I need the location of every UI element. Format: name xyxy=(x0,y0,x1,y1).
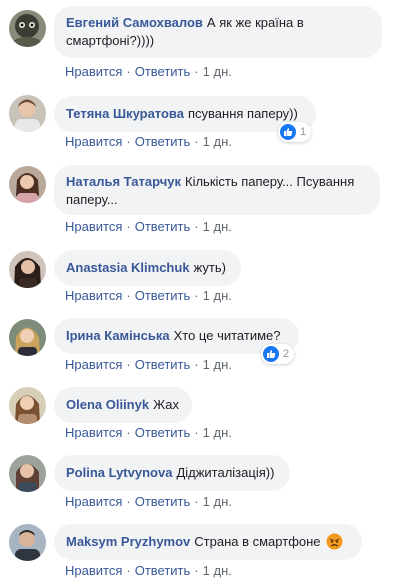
angry-face-icon xyxy=(326,533,343,550)
comment-actions: Нравится · Ответить · 1 дн. xyxy=(65,288,232,304)
comment-text: жуть) xyxy=(193,260,226,275)
separator: · xyxy=(126,219,131,234)
like-link[interactable]: Нравится xyxy=(65,134,122,149)
comment-time[interactable]: 1 дн. xyxy=(203,64,232,79)
avatar[interactable] xyxy=(9,387,46,424)
separator: · xyxy=(194,288,199,303)
reply-link[interactable]: Ответить xyxy=(135,134,191,149)
comment-actions: Нравится · Ответить · 1 дн. xyxy=(65,494,232,510)
comment-text: псування паперу)) xyxy=(187,106,298,121)
separator: · xyxy=(194,219,199,234)
avatar[interactable] xyxy=(9,524,46,561)
like-icon xyxy=(280,124,296,140)
comment-bubble: Наталья Татарчук Кількість паперу... Псув… xyxy=(54,165,380,215)
like-link[interactable]: Нравится xyxy=(65,64,122,79)
like-link[interactable]: Нравится xyxy=(65,494,122,509)
avatar[interactable] xyxy=(9,95,46,132)
reply-link[interactable]: Ответить xyxy=(135,219,191,234)
comment-bubble: Евгений Самохвалов А як же країна в смарт… xyxy=(54,6,382,58)
separator: · xyxy=(126,64,131,79)
avatar[interactable] xyxy=(9,166,46,203)
comment-author[interactable]: Ірина Камінська xyxy=(66,328,170,343)
comment-time[interactable]: 1 дн. xyxy=(203,288,232,303)
comment-text: Хто це читатиме? xyxy=(173,328,281,343)
separator: · xyxy=(126,357,131,372)
comment-time[interactable]: 1 дн. xyxy=(203,134,232,149)
separator: · xyxy=(194,494,199,509)
reply-link[interactable]: Ответить xyxy=(135,288,191,303)
comment-time[interactable]: 1 дн. xyxy=(203,494,232,509)
comment-author[interactable]: Polina Lytvynova xyxy=(66,465,172,480)
separator: · xyxy=(126,288,131,303)
comment-bubble: Maksym Pryzhymov Страна в смартфоне xyxy=(54,524,362,560)
separator: · xyxy=(194,134,199,149)
comment-bubble: Olena Oliinyk Жах xyxy=(54,387,192,423)
comment-text: Діджиталізація)) xyxy=(176,465,275,480)
separator: · xyxy=(126,563,131,578)
comment-actions: Нравится · Ответить · 1 дн. xyxy=(65,357,232,373)
like-link[interactable]: Нравится xyxy=(65,357,122,372)
reply-link[interactable]: Ответить xyxy=(135,563,191,578)
comment-time[interactable]: 1 дн. xyxy=(203,357,232,372)
like-link[interactable]: Нравится xyxy=(65,563,122,578)
comment-author[interactable]: Евгений Самохвалов xyxy=(66,15,203,30)
separator: · xyxy=(194,563,199,578)
comment-actions: Нравится · Ответить · 1 дн. xyxy=(65,64,232,80)
avatar[interactable] xyxy=(9,251,46,288)
comment-bubble: Anastasia Klimchuk жуть) xyxy=(54,250,241,286)
avatar[interactable] xyxy=(9,319,46,356)
like-link[interactable]: Нравится xyxy=(65,288,122,303)
reaction-count-badge[interactable]: 1 xyxy=(278,122,312,142)
comment-text: Жах xyxy=(153,397,179,412)
comment-author[interactable]: Maksym Pryzhymov xyxy=(66,534,190,549)
comment-actions: Нравится · Ответить · 1 дн. xyxy=(65,425,232,441)
separator: · xyxy=(194,357,199,372)
comment-author[interactable]: Olena Oliinyk xyxy=(66,397,149,412)
reaction-count-badge[interactable]: 2 xyxy=(261,344,295,364)
comment-time[interactable]: 1 дн. xyxy=(203,219,232,234)
avatar[interactable] xyxy=(9,10,46,47)
reaction-count: 2 xyxy=(283,348,290,360)
comment-author[interactable]: Anastasia Klimchuk xyxy=(66,260,190,275)
like-link[interactable]: Нравится xyxy=(65,425,122,440)
comment-text: Страна в смартфоне xyxy=(194,534,321,549)
separator: · xyxy=(194,425,199,440)
comment-bubble: Тетяна Шкуратова псування паперу)) xyxy=(54,96,316,132)
comment-actions: Нравится · Ответить · 1 дн. xyxy=(65,134,232,150)
reply-link[interactable]: Ответить xyxy=(135,357,191,372)
reply-link[interactable]: Ответить xyxy=(135,425,191,440)
avatar[interactable] xyxy=(9,455,46,492)
comment-time[interactable]: 1 дн. xyxy=(203,425,232,440)
separator: · xyxy=(194,64,199,79)
reply-link[interactable]: Ответить xyxy=(135,494,191,509)
comment-actions: Нравится · Ответить · 1 дн. xyxy=(65,219,232,235)
separator: · xyxy=(126,425,131,440)
separator: · xyxy=(126,494,131,509)
reaction-count: 1 xyxy=(300,126,307,138)
like-icon xyxy=(263,346,279,362)
comment-bubble: Polina Lytvynova Діджиталізація)) xyxy=(54,455,290,491)
comment-time[interactable]: 1 дн. xyxy=(203,563,232,578)
comment-author[interactable]: Тетяна Шкуратова xyxy=(66,106,184,121)
comment-actions: Нравится · Ответить · 1 дн. xyxy=(65,563,232,579)
comment-author[interactable]: Наталья Татарчук xyxy=(66,174,181,189)
like-link[interactable]: Нравится xyxy=(65,219,122,234)
reply-link[interactable]: Ответить xyxy=(135,64,191,79)
separator: · xyxy=(126,134,131,149)
